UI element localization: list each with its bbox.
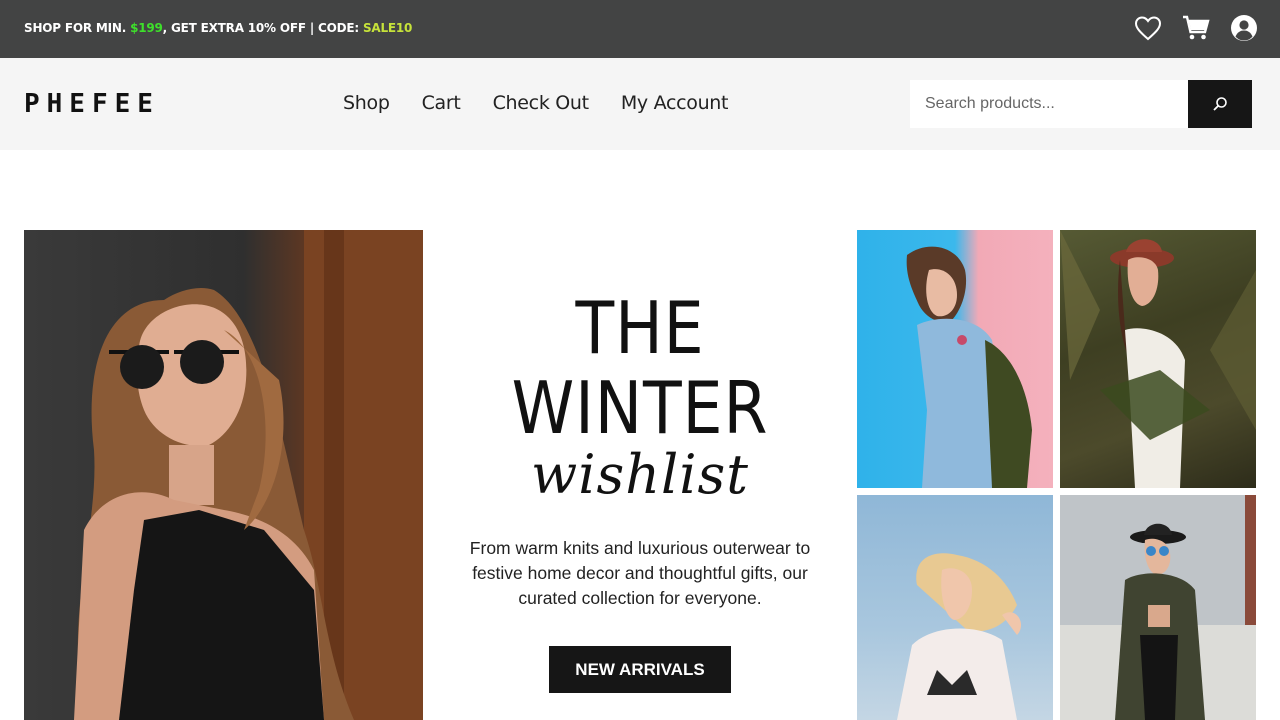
account-icon[interactable] xyxy=(1230,14,1258,42)
nav-my-account[interactable]: My Account xyxy=(621,92,729,114)
promo-part1: SHOP FOR MIN. xyxy=(24,21,131,35)
promo-part2: , GET EXTRA 10% OFF | CODE: xyxy=(162,21,363,35)
promo-code: SALE10 xyxy=(362,21,413,35)
woman-hat-coat-photo xyxy=(1060,495,1256,720)
top-icons xyxy=(1134,14,1258,42)
woman-blonde-blouse-photo xyxy=(857,495,1053,720)
cart-icon[interactable] xyxy=(1182,14,1210,42)
promo-text: SHOP FOR MIN. $199, GET EXTRA 10% OFF | … xyxy=(24,21,412,35)
new-arrivals-button[interactable]: NEW ARRIVALS xyxy=(549,646,731,693)
hero-title-wishlist: wishlist xyxy=(531,443,749,506)
woman-sunglasses-photo xyxy=(24,230,423,720)
search-form xyxy=(910,80,1252,128)
hero-content: THE WINTER wishlist From warm knits and … xyxy=(440,230,840,720)
search-button[interactable] xyxy=(1188,80,1252,128)
promo-amount: $199 xyxy=(130,21,163,35)
woman-denim-jacket-photo xyxy=(857,230,1053,488)
promo-bar: SHOP FOR MIN. $199, GET EXTRA 10% OFF | … xyxy=(0,0,1280,58)
nav-checkout[interactable]: Check Out xyxy=(493,92,590,114)
search-icon xyxy=(1213,97,1227,111)
nav-shop[interactable]: Shop xyxy=(343,92,390,114)
hero-title-winter: WINTER xyxy=(511,366,769,450)
heart-icon[interactable] xyxy=(1134,14,1162,42)
woman-hat-foliage-photo xyxy=(1060,230,1256,488)
site-header: PHEFEE Shop Cart Check Out My Account xyxy=(0,58,1280,150)
search-input[interactable] xyxy=(910,80,1188,128)
main-nav: Shop Cart Check Out My Account xyxy=(343,92,760,114)
hero-title-the: THE xyxy=(575,286,705,370)
hero-description: From warm knits and luxurious outerwear … xyxy=(469,538,811,608)
site-logo[interactable]: PHEFEE xyxy=(24,89,160,119)
nav-cart[interactable]: Cart xyxy=(422,92,461,114)
